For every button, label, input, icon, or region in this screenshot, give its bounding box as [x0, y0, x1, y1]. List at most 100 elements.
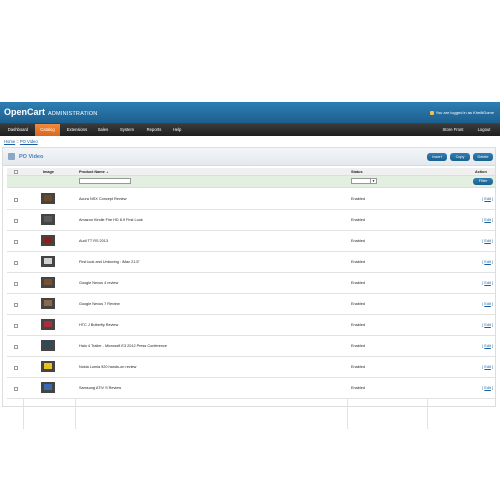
breadcrumb-current[interactable]: PO Video [20, 139, 38, 144]
sort-asc-icon: ▲ [105, 170, 109, 174]
filter-status-select[interactable]: ▾ [351, 178, 377, 184]
row-checkbox[interactable] [14, 324, 18, 328]
column-image: Image [43, 170, 54, 174]
main-menu: Dashboard Catalog Extensions Sales Syste… [0, 124, 500, 136]
table-row: Halo 4 Trailer - Microsoft E3 2012 Press… [7, 336, 495, 357]
row-checkbox[interactable] [14, 261, 18, 265]
thumbnail-image [44, 342, 52, 348]
edit-link[interactable]: Edit [484, 365, 491, 369]
admin-screen: OpenCart ADMINISTRATION You are logged in… [0, 0, 500, 500]
thumbnail-image [44, 321, 52, 327]
row-checkbox[interactable] [14, 282, 18, 286]
column-product-name[interactable]: Product Name ▲ [79, 170, 109, 174]
menu-item-help[interactable]: Help [168, 124, 186, 136]
thumbnail-image [44, 384, 52, 390]
thumbnail-image [44, 279, 52, 285]
product-name: Amazon Kindle Fire HD 8.9 First Look [79, 218, 143, 222]
select-all-checkbox[interactable] [14, 170, 18, 174]
edit-action: [ Edit ] [482, 197, 493, 201]
logout-link[interactable]: Logout [474, 124, 494, 136]
menu-item-catalog[interactable]: Catalog [35, 124, 60, 136]
product-thumbnail [41, 214, 55, 225]
filter-name-input[interactable] [79, 178, 131, 184]
product-thumbnail [41, 340, 55, 351]
product-thumbnail [41, 256, 55, 267]
menu-item-extensions[interactable]: Extensions [63, 124, 91, 136]
edit-link[interactable]: Edit [484, 260, 491, 264]
edit-action: [ Edit ] [482, 260, 493, 264]
product-name: Acura NSX Concept Review [79, 197, 127, 201]
product-name: Audi TT RS 2013 [79, 239, 108, 243]
edit-link[interactable]: Edit [484, 239, 491, 243]
table-row: Samsung ATIV S Review Enabled [ Edit ] [7, 378, 495, 399]
product-status: Enabled [351, 386, 365, 390]
table-row: Google Nexus 7 Review Enabled [ Edit ] [7, 294, 495, 315]
edit-link[interactable]: Edit [484, 218, 491, 222]
edit-link[interactable]: Edit [484, 281, 491, 285]
row-checkbox[interactable] [14, 366, 18, 370]
column-product-name-label: Product Name [79, 170, 105, 174]
logo[interactable]: OpenCart ADMINISTRATION [4, 107, 97, 117]
product-thumbnail [41, 298, 55, 309]
thumbnail-image [44, 258, 52, 264]
row-checkbox[interactable] [14, 240, 18, 244]
menu-item-dashboard[interactable]: Dashboard [4, 124, 32, 136]
edit-link[interactable]: Edit [484, 197, 491, 201]
thumbnail-image [44, 195, 52, 201]
table-row: Google Nexus 4 review Enabled [ Edit ] [7, 273, 495, 294]
edit-action: [ Edit ] [482, 344, 493, 348]
menu-item-system[interactable]: System [116, 124, 138, 136]
product-name: Google Nexus 4 review [79, 281, 119, 285]
thumbnail-image [44, 300, 52, 306]
edit-action: [ Edit ] [482, 323, 493, 327]
product-thumbnail [41, 319, 55, 330]
edit-link[interactable]: Edit [484, 344, 491, 348]
product-status: Enabled [351, 218, 365, 222]
column-status[interactable]: Status [351, 170, 363, 174]
page-title: PO Video [19, 154, 44, 160]
content-box: PO Video Insert Copy Delete Image Produc… [2, 147, 496, 429]
product-name: Nokia Lumia 920 hands-on review [79, 365, 137, 369]
menu-item-sales[interactable]: Sales [93, 124, 113, 136]
delete-button[interactable]: Delete [473, 153, 493, 161]
row-checkbox[interactable] [14, 219, 18, 223]
product-status: Enabled [351, 197, 365, 201]
menu-item-reports[interactable]: Reports [142, 124, 166, 136]
edit-link[interactable]: Edit [484, 386, 491, 390]
lock-icon [429, 110, 434, 115]
logged-in-status: You are logged in as KheiltGome [429, 110, 494, 115]
row-checkbox[interactable] [14, 387, 18, 391]
product-thumbnail [41, 277, 55, 288]
product-name: Google Nexus 7 Review [79, 302, 120, 306]
product-thumbnail [41, 382, 55, 393]
product-name: Halo 4 Trailer - Microsoft E3 2012 Press… [79, 344, 167, 348]
row-checkbox[interactable] [14, 345, 18, 349]
product-status: Enabled [351, 260, 365, 264]
edit-action: [ Edit ] [482, 302, 493, 306]
chevron-down-icon: ▾ [370, 179, 376, 184]
row-checkbox[interactable] [14, 303, 18, 307]
row-checkbox[interactable] [14, 198, 18, 202]
breadcrumb-home[interactable]: Home [4, 139, 15, 144]
product-status: Enabled [351, 344, 365, 348]
edit-link[interactable]: Edit [484, 302, 491, 306]
product-status: Enabled [351, 323, 365, 327]
filter-button[interactable]: Filter [473, 178, 493, 185]
edit-action: [ Edit ] [482, 365, 493, 369]
product-thumbnail [41, 361, 55, 372]
top-header: OpenCart ADMINISTRATION You are logged in… [0, 102, 500, 124]
video-icon [8, 153, 15, 160]
copy-button[interactable]: Copy [450, 153, 470, 161]
product-status: Enabled [351, 365, 365, 369]
insert-button[interactable]: Insert [427, 153, 447, 161]
product-status: Enabled [351, 239, 365, 243]
product-thumbnail [41, 193, 55, 204]
table-row: First look and Unboxing : iMac 21.5" Enab… [7, 252, 495, 273]
edit-action: [ Edit ] [482, 281, 493, 285]
thumbnail-image [44, 363, 52, 369]
edit-link[interactable]: Edit [484, 323, 491, 327]
logo-subtitle: ADMINISTRATION [48, 111, 98, 117]
filter-row: ▾ Filter [7, 176, 495, 188]
thumbnail-image [44, 216, 52, 222]
store-front-link[interactable]: Store Front [440, 124, 466, 136]
